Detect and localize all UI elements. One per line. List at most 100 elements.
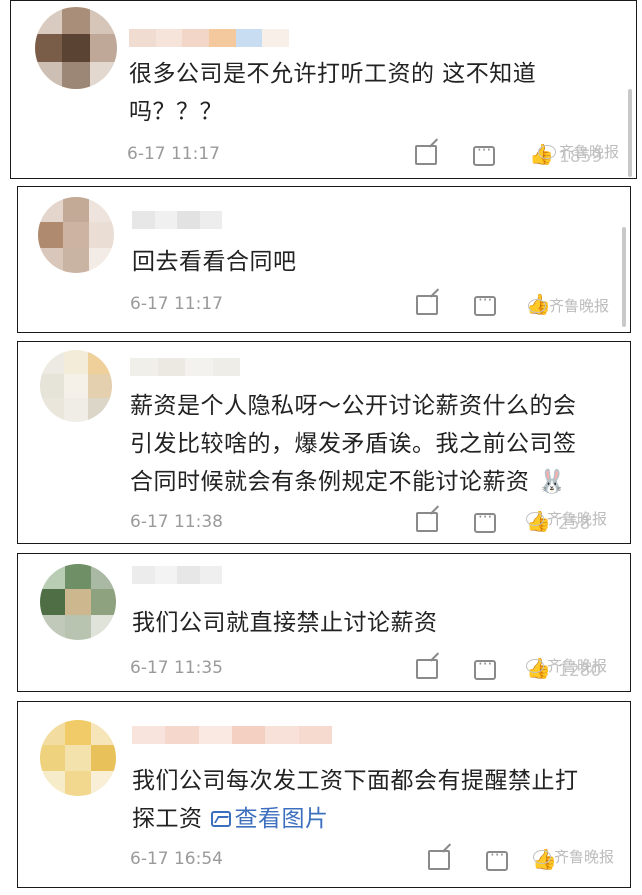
comment-time: 6-17 11:17 [127,144,220,164]
username-blurred[interactable] [129,29,289,47]
comment-icon[interactable] [486,846,508,871]
avatar[interactable] [40,564,116,640]
avatar-pixel [40,720,66,746]
avatar-pixel [62,34,90,62]
avatar-pixel [63,222,89,248]
avatar-pixel [90,589,116,615]
bunny-emoji-icon: 🐰 [537,469,567,495]
avatar-pixel [40,350,64,374]
username-blurred[interactable] [132,726,332,744]
avatar-pixel [64,350,88,374]
username-pixel [132,211,155,229]
avatar-pixel [35,61,63,89]
avatar-pixel [64,374,88,398]
picture-icon [210,811,231,827]
username-pixel [212,358,240,376]
comment-icon[interactable] [474,655,496,680]
watermark-icon [538,144,556,159]
avatar-pixel [88,222,114,248]
comment-text: 回去看看合同吧 [132,249,297,275]
avatar-pixel [35,34,63,62]
share-icon[interactable] [416,295,438,315]
username-pixel [155,29,183,47]
comment-card-3: 薪资是个人隐私呀～公开讨论薪资什么的会 引发比较啥的，爆发矛盾诶。我之前公司签 … [17,341,631,544]
share-icon[interactable] [416,512,438,532]
comment-icon[interactable] [473,141,495,166]
avatar[interactable] [40,720,116,796]
comment-text-line: 我们公司每次发工资下面都会有提醒禁止打 [132,768,579,794]
watermark: 齐鲁晚报 [538,141,619,162]
username-pixel [177,566,200,584]
username-pixel [132,726,166,744]
avatar-pixel [88,350,112,374]
comment-icon[interactable] [474,291,496,316]
username-pixel [154,566,177,584]
avatar-pixel [38,222,64,248]
avatar-pixel [40,614,66,640]
scrollbar[interactable] [622,227,626,327]
avatar[interactable] [35,7,117,89]
comment-card-4: 我们公司就直接禁止讨论薪资 6-17 11:35 👍 1280 齐鲁晚报 [17,553,631,692]
watermark-icon [533,849,551,864]
username-pixel [182,29,209,47]
watermark-text: 齐鲁晚报 [554,848,615,866]
username-pixel [199,211,222,229]
view-image-label: 查看图片 [234,806,329,832]
username-blurred[interactable] [132,566,222,584]
watermark-text: 齐鲁晚报 [549,297,610,315]
watermark-text: 齐鲁晚报 [559,143,620,161]
avatar-pixel [90,720,116,746]
comment-text: 我们公司每次发工资下面都会有提醒禁止打 探工资 查看图片 [132,762,579,838]
avatar-pixel [62,61,90,89]
username-pixel [231,726,266,744]
username-blurred[interactable] [130,358,240,376]
avatar-pixel [65,770,91,796]
watermark: 齐鲁晚报 [526,655,607,676]
avatar-pixel [90,564,116,590]
share-icon[interactable] [416,659,438,679]
avatar-pixel [65,564,91,590]
username-pixel [129,29,156,47]
avatar-pixel [88,374,112,398]
avatar-pixel [90,614,116,640]
watermark: 齐鲁晚报 [533,846,614,867]
view-image-link[interactable]: 查看图片 [210,806,329,832]
username-pixel [265,726,299,744]
share-icon[interactable] [428,850,450,870]
comment-text-line: 吗？？？ [129,99,223,125]
username-pixel [177,211,200,229]
comment-card-2: 回去看看合同吧 6-17 11:17 👍 齐鲁晚报 [17,186,631,333]
avatar-pixel [62,7,90,35]
avatar-pixel [40,374,64,398]
avatar-pixel [40,745,66,771]
comment-time: 6-17 11:35 [130,658,223,678]
avatar-pixel [64,398,88,422]
comment-icon[interactable] [474,508,496,533]
watermark: 齐鲁晚报 [528,295,609,316]
username-blurred[interactable] [132,211,222,229]
watermark-icon [528,298,546,313]
username-pixel [208,29,236,47]
comment-time: 6-17 11:38 [130,512,223,532]
username-pixel [132,566,155,584]
avatar-pixel [40,589,66,615]
avatar[interactable] [38,197,114,273]
comment-time: 6-17 11:17 [130,294,223,314]
avatar-pixel [40,398,64,422]
username-pixel [199,566,222,584]
avatar-pixel [38,197,64,223]
share-icon[interactable] [415,145,437,165]
avatar-pixel [65,745,91,771]
username-pixel [165,726,199,744]
username-pixel [154,211,177,229]
avatar-pixel [89,61,117,89]
avatar-pixel [90,745,116,771]
username-pixel [130,358,158,376]
username-pixel [185,358,213,376]
scrollbar[interactable] [628,89,632,177]
username-pixel [298,726,332,744]
comment-time: 6-17 16:54 [130,849,223,869]
avatar-pixel [40,564,66,590]
avatar[interactable] [40,350,112,422]
avatar-pixel [63,197,89,223]
